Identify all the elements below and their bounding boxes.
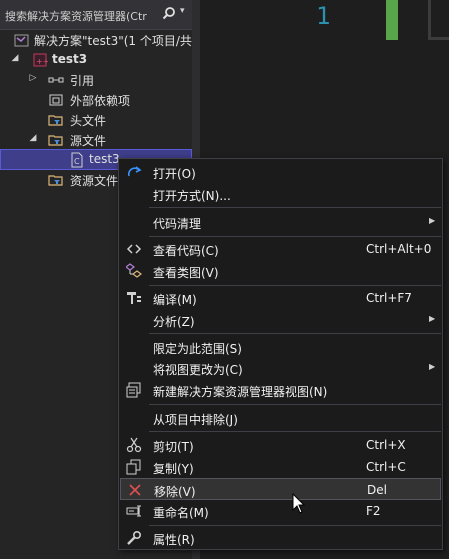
tree-item-solution[interactable]: 解决方案"test3"(1 个项目/共 [0,30,192,50]
menu-item-change-view-to[interactable]: 将视图更改为(C) ▶ [120,357,441,379]
menu-shortcut: Ctrl+C [366,460,406,474]
menu-label: 复制(Y) [153,462,194,476]
tree-item-header-files[interactable]: 头文件 [0,110,192,130]
menu-separator [149,525,441,526]
menu-item-compile[interactable]: 编译(M) Ctrl+F7 [120,287,441,309]
folder-filter-icon [48,112,64,128]
folder-filter-icon [48,172,64,188]
menu-shortcut: Ctrl+X [366,438,406,452]
context-menu: 打开(O) 打开方式(N)... 代码清理 ▶ 查看代码(C) Ctrl+Alt… [118,158,443,550]
search-box[interactable]: 搜索解决方案资源管理器(Ctr ▾ [0,0,192,30]
compile-icon [126,290,142,306]
menu-separator [149,404,441,405]
menu-label: 代码清理 [153,217,202,231]
menu-label: 移除(V) [154,485,196,499]
references-icon [48,72,64,88]
menu-label: 限定为此范围(S) [153,342,242,356]
mouse-cursor-icon [292,492,306,518]
class-diagram-icon [125,263,142,279]
collapse-arrow-icon[interactable]: ◢ [10,53,20,63]
menu-separator [149,285,441,286]
search-icon[interactable] [162,6,176,23]
menu-item-scope-to-this[interactable]: 限定为此范围(S) [120,336,441,358]
tree-item-label: 引用 [70,74,95,88]
solution-icon [14,32,30,48]
collapse-arrow-icon[interactable]: ◢ [28,133,38,143]
tree-item-external-deps[interactable]: 外部依赖项 [0,90,192,110]
menu-shortcut: Ctrl+Alt+0 [366,242,432,256]
search-input[interactable]: 搜索解决方案资源管理器(Ctr [5,8,155,24]
tree-item-label: 头文件 [70,114,107,128]
submenu-arrow-icon: ▶ [429,362,436,371]
menu-label: 分析(Z) [153,315,195,329]
menu-label: 打开方式(N)... [153,189,231,203]
tree-item-references[interactable]: ▷ 引用 [0,70,192,90]
editor-scroll-map[interactable] [428,0,449,40]
tree-item-project[interactable]: ◢ ++ test3 [0,50,192,70]
menu-label: 属性(R) [153,533,195,547]
menu-item-rename[interactable]: 重命名(M) F2 [120,500,441,522]
menu-label: 从项目中排除(J) [153,413,238,427]
external-deps-icon [48,92,64,108]
tree-item-label: 解决方案"test3"(1 个项目/共 [34,34,192,48]
new-window-icon [126,382,142,398]
menu-shortcut: F2 [366,504,381,518]
rename-icon [126,503,142,519]
menu-separator [149,236,441,237]
menu-item-open[interactable]: 打开(O) [120,161,441,183]
code-brackets-icon [126,241,142,257]
menu-item-view-class-diagram[interactable]: 查看类图(V) [120,260,441,282]
menu-label: 查看类图(V) [153,266,219,280]
svg-text:C: C [74,157,80,166]
menu-item-cut[interactable]: 剪切(T) Ctrl+X [120,434,441,456]
menu-separator [149,431,441,432]
cpp-project-icon: ++ [32,52,49,68]
cpp-file-icon: C [69,152,85,168]
tree-item-label: 源文件 [70,134,107,148]
menu-label: 剪切(T) [153,440,194,454]
tree-item-label: 资源文件 [70,174,119,188]
copy-icon [126,459,142,475]
menu-item-analyze[interactable]: 分析(Z) ▶ [120,309,441,331]
svg-text:++: ++ [36,57,48,66]
tree-item-source-files[interactable]: ◢ 源文件 [0,130,192,150]
menu-shortcut: Ctrl+F7 [366,291,412,305]
remove-x-icon [127,482,143,498]
menu-item-code-cleanup[interactable]: 代码清理 ▶ [120,211,441,233]
menu-label: 编译(M) [153,293,197,307]
menu-label: 打开(O) [153,167,196,181]
menu-label: 新建解决方案资源管理器视图(N) [153,385,328,399]
menu-label: 查看代码(C) [153,244,219,258]
menu-shortcut: Del [367,483,387,497]
wrench-icon [126,530,142,546]
menu-item-remove[interactable]: 移除(V) Del [120,478,441,500]
expand-arrow-icon[interactable]: ▷ [28,73,38,83]
submenu-arrow-icon: ▶ [429,314,436,323]
tree-item-label: 外部依赖项 [70,94,131,108]
open-arrow-icon [126,164,142,180]
change-indicator [386,0,398,40]
tree-item-label: test3 [52,52,88,66]
menu-label: 重命名(M) [153,506,209,520]
submenu-arrow-icon: ▶ [429,216,436,225]
menu-item-new-explorer-view[interactable]: 新建解决方案资源管理器视图(N) [120,379,441,401]
search-options-chevron-icon[interactable]: ▾ [180,6,185,16]
menu-item-copy[interactable]: 复制(Y) Ctrl+C [120,456,441,478]
menu-separator [149,207,441,208]
line-number: 1 [316,2,331,30]
folder-filter-open-icon [48,132,64,148]
menu-item-exclude-from-project[interactable]: 从项目中排除(J) [120,407,441,429]
menu-item-view-code[interactable]: 查看代码(C) Ctrl+Alt+0 [120,238,441,260]
tree-item-label: test3 [89,152,120,166]
menu-item-open-with[interactable]: 打开方式(N)... [120,183,441,205]
menu-separator [149,333,441,334]
scissors-icon [126,437,142,453]
menu-label: 将视图更改为(C) [153,363,243,377]
menu-item-properties[interactable]: 属性(R) [120,527,441,549]
